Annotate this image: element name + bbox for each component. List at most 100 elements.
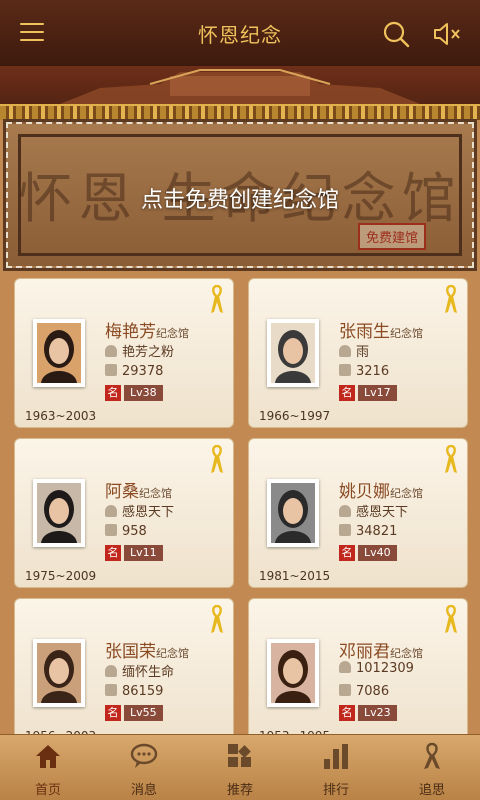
tab-ranking-label: 排行 xyxy=(322,783,349,798)
mourning-ribbon-icon xyxy=(445,445,457,473)
mourning-ribbon-icon xyxy=(445,285,457,313)
memorial-name: 邓丽君 xyxy=(339,642,390,662)
memorial-card[interactable]: 姚贝娜纪念馆 感恩天下 34821 名 Lv40 1981~2015 xyxy=(248,438,468,588)
palace-roof-decoration xyxy=(0,66,480,120)
user-icon xyxy=(339,345,351,357)
rank-badge: 名 xyxy=(105,705,121,721)
message-icon xyxy=(130,743,158,768)
search-icon[interactable] xyxy=(382,20,410,48)
tab-home-label: 首页 xyxy=(34,783,61,798)
incense-icon xyxy=(105,524,117,536)
level-badge: 名 Lv38 xyxy=(105,385,163,402)
memorial-portrait xyxy=(267,479,319,547)
memorial-years: 1975~2009 xyxy=(25,569,97,583)
memorial-visits: 7086 xyxy=(356,684,390,699)
rank-badge: 名 xyxy=(339,385,355,401)
memorial-card[interactable]: 梅艳芳纪念馆 艳芳之粉 29378 名 Lv38 1963~2003 xyxy=(14,278,234,428)
memorial-owner: 感恩天下 xyxy=(122,505,175,520)
memorial-visits: 29378 xyxy=(122,364,164,379)
rank-badge: 名 xyxy=(105,545,121,561)
memorial-name: 梅艳芳 xyxy=(105,322,156,342)
memorial-years: 1963~2003 xyxy=(25,409,97,423)
mourning-ribbon-icon xyxy=(445,605,457,633)
memorial-level: Lv55 xyxy=(124,705,163,721)
memorial-years: 1981~2015 xyxy=(259,569,331,583)
user-icon xyxy=(339,505,351,517)
bottom-nav: 首页 消息 推荐 排行 追思 xyxy=(0,734,480,800)
memorial-name: 张雨生 xyxy=(339,322,390,342)
memorial-grid: 梅艳芳纪念馆 艳芳之粉 29378 名 Lv38 1963~2003 张雨生纪念馆 xyxy=(0,272,480,734)
mourning-ribbon-icon xyxy=(211,605,223,633)
incense-icon xyxy=(105,364,117,376)
banner-cta-text: 点击免费创建纪念馆 xyxy=(140,188,339,213)
memorial-suffix: 纪念馆 xyxy=(390,327,423,340)
memorial-portrait xyxy=(33,479,85,547)
memorial-owner: 缅怀生命 xyxy=(122,665,175,680)
memorial-card[interactable]: 阿桑纪念馆 感恩天下 958 名 Lv11 1975~2009 xyxy=(14,438,234,588)
tab-mourning[interactable]: 追思 xyxy=(384,735,480,800)
memorial-visits: 3216 xyxy=(356,364,390,379)
tab-recommend[interactable]: 推荐 xyxy=(192,735,288,800)
level-badge: 名 Lv23 xyxy=(339,705,397,722)
tab-mourning-label: 追思 xyxy=(418,783,445,798)
memorial-card[interactable]: 张雨生纪念馆 雨 3216 名 Lv17 1966~1997 xyxy=(248,278,468,428)
memorial-level: Lv40 xyxy=(358,545,397,561)
memorial-card[interactable]: 邓丽君纪念馆 1012309 7086 名Lv23 1953~1995 xyxy=(248,598,468,734)
roof-silhouette-icon xyxy=(60,69,420,104)
user-icon xyxy=(105,665,117,677)
recommend-icon xyxy=(228,744,251,767)
memorial-portrait xyxy=(33,319,85,387)
ranking-icon xyxy=(324,744,348,769)
memorial-portrait xyxy=(267,319,319,387)
level-badge: 名 Lv55 xyxy=(105,705,163,722)
memorial-visits: 958 xyxy=(122,524,147,539)
ribbon-icon xyxy=(424,742,440,769)
menu-icon[interactable] xyxy=(20,23,44,43)
memorial-owner: 1012309 xyxy=(356,661,414,676)
tab-messages-label: 消息 xyxy=(130,783,157,798)
mourning-ribbon-icon xyxy=(211,285,223,313)
rank-badge: 名 xyxy=(339,545,355,561)
memorial-level: Lv11 xyxy=(124,545,163,561)
memorial-portrait xyxy=(267,639,319,707)
incense-icon xyxy=(339,524,351,536)
memorial-suffix: 纪念馆 xyxy=(156,647,189,660)
level-badge: 名 Lv40 xyxy=(339,545,397,562)
app-title: 怀恩纪念 xyxy=(198,22,282,47)
rank-badge: 名 xyxy=(339,705,355,721)
memorial-visits: 86159 xyxy=(122,684,164,699)
memorial-name: 阿桑 xyxy=(105,482,139,502)
rank-badge: 名 xyxy=(105,385,121,401)
banner-stamp: 免费建馆 xyxy=(357,223,426,250)
memorial-owner: 感恩天下 xyxy=(356,505,409,520)
user-icon xyxy=(105,345,117,357)
memorial-owner: 艳芳之粉 xyxy=(122,345,175,360)
memorial-card[interactable]: 张国荣纪念馆 缅怀生命 86159 名Lv55 1956~2003 xyxy=(14,598,234,734)
memorial-suffix: 纪念馆 xyxy=(139,487,172,500)
memorial-level: Lv38 xyxy=(124,385,163,401)
user-icon xyxy=(339,661,351,673)
memorial-portrait xyxy=(33,639,85,707)
create-memorial-banner[interactable]: 怀恩 生命纪念馆 点击免费创建纪念馆 免费建馆 xyxy=(3,119,477,271)
tab-messages[interactable]: 消息 xyxy=(96,735,192,800)
incense-icon xyxy=(339,364,351,376)
memorial-name: 张国荣 xyxy=(105,642,156,662)
memorial-visits: 34821 xyxy=(356,524,398,539)
tab-recommend-label: 推荐 xyxy=(226,783,253,798)
memorial-suffix: 纪念馆 xyxy=(390,487,423,500)
memorial-owner: 雨 xyxy=(356,345,370,360)
top-bar: 怀恩纪念 xyxy=(0,0,480,66)
memorial-level: Lv17 xyxy=(358,385,397,401)
tab-home[interactable]: 首页 xyxy=(0,735,96,800)
memorial-level: Lv23 xyxy=(358,705,397,721)
memorial-suffix: 纪念馆 xyxy=(390,647,423,660)
mute-icon[interactable] xyxy=(432,20,462,48)
user-icon xyxy=(105,505,117,517)
home-icon xyxy=(36,745,60,768)
tab-ranking[interactable]: 排行 xyxy=(288,735,384,800)
incense-icon xyxy=(339,684,351,696)
level-badge: 名 Lv17 xyxy=(339,385,397,402)
memorial-suffix: 纪念馆 xyxy=(156,327,189,340)
memorial-years: 1966~1997 xyxy=(259,409,331,423)
level-badge: 名 Lv11 xyxy=(105,545,163,562)
